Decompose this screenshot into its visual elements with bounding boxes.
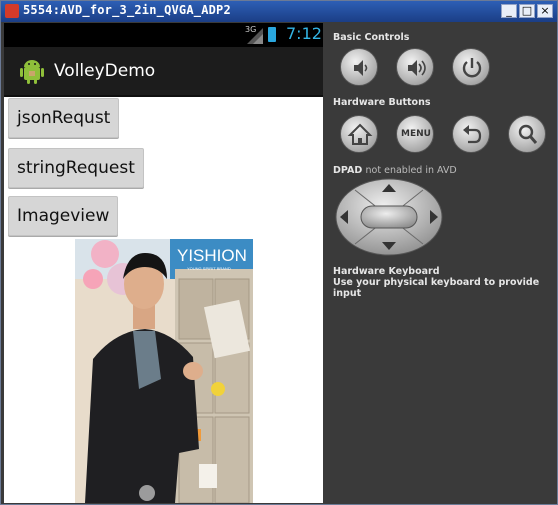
power-icon: [462, 58, 482, 78]
loaded-image: YISHION YOUNG SPIRIT BRAND: [75, 239, 253, 503]
home-icon: [347, 123, 373, 145]
menu-button-label: MENU: [401, 129, 431, 139]
back-icon: [463, 125, 482, 144]
volume-down-icon: [354, 60, 368, 76]
status-clock: 7:12: [286, 24, 322, 43]
app-title: VolleyDemo: [54, 61, 156, 81]
window-titlebar[interactable]: 5554:AVD_for_3_2in_QVGA_ADP2 _ □ ×: [1, 1, 557, 22]
home-button[interactable]: [340, 115, 378, 153]
status-bar: 3G 7:12: [4, 23, 323, 47]
image-brand-subtext: YOUNG SPIRIT BRAND: [187, 266, 231, 271]
json-request-button[interactable]: jsonRequst: [8, 98, 120, 138]
string-request-button[interactable]: stringRequest: [8, 148, 144, 188]
search-button[interactable]: [508, 115, 546, 153]
app-icon: [5, 4, 19, 18]
back-button[interactable]: [452, 115, 490, 153]
volume-up-button[interactable]: [396, 48, 434, 86]
power-button[interactable]: [452, 48, 490, 86]
volume-down-button[interactable]: [340, 48, 378, 86]
image-brand-text: YISHION: [177, 246, 247, 265]
dpad-center-button[interactable]: [360, 205, 418, 229]
dpad-label: DPAD not enabled in AVD: [333, 165, 457, 176]
phone-screen: 3G 7:12 VolleyDemo jsonRequst stringRequ…: [4, 23, 323, 503]
emulator-window: 5554:AVD_for_3_2in_QVGA_ADP2 _ □ × 3G 7:…: [0, 0, 558, 505]
action-bar: VolleyDemo: [4, 47, 323, 97]
android-icon: [20, 60, 44, 84]
menu-button[interactable]: MENU: [396, 115, 434, 153]
imageview-button[interactable]: Imageview: [8, 196, 119, 236]
keyboard-hint: Use your physical keyboard to provide in…: [333, 277, 540, 299]
battery-icon: [268, 27, 276, 42]
search-icon: [518, 124, 538, 144]
basic-controls-label: Basic Controls: [333, 32, 410, 43]
close-button[interactable]: ×: [537, 4, 553, 18]
minimize-button[interactable]: _: [501, 4, 517, 18]
dpad-note: not enabled in AVD: [365, 165, 457, 176]
maximize-button[interactable]: □: [519, 4, 535, 18]
dpad-title: DPAD: [333, 165, 363, 176]
signal-label: 3G: [245, 25, 257, 34]
volume-up-icon: [408, 60, 426, 76]
keyboard-label: Hardware Keyboard: [333, 266, 440, 277]
hardware-buttons-label: Hardware Buttons: [333, 97, 431, 108]
window-title: 5554:AVD_for_3_2in_QVGA_ADP2: [23, 3, 231, 17]
signal-icon: 3G: [245, 25, 265, 45]
dpad-control[interactable]: [335, 178, 443, 256]
